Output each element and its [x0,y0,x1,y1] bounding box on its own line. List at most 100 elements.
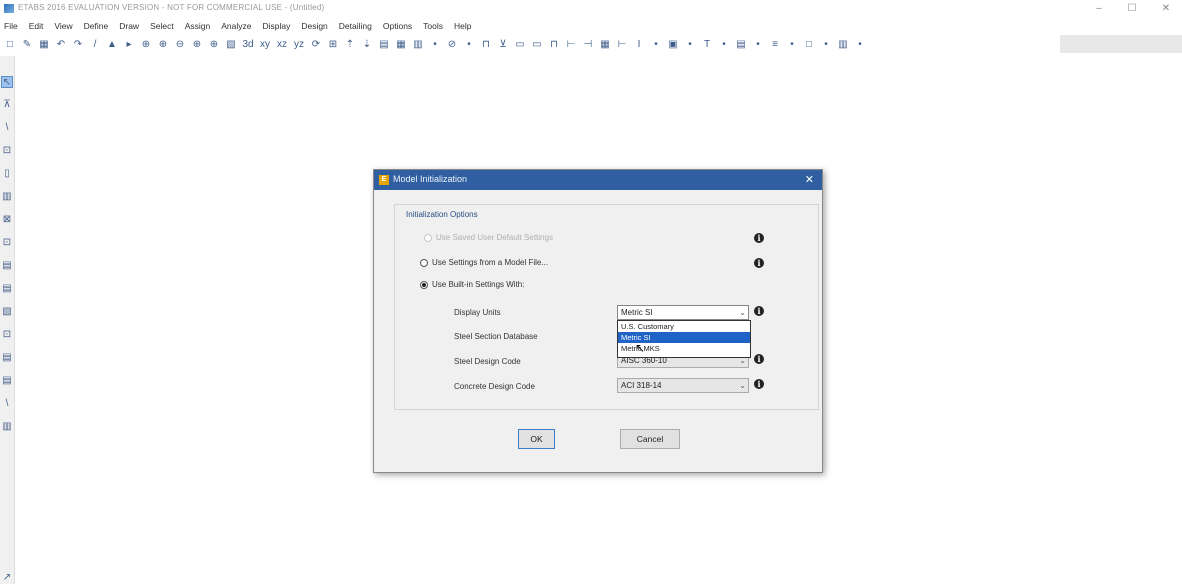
toolbar-tool-icon[interactable]: ⊞ [326,37,340,51]
toolbar-tool-icon[interactable]: ⟳ [309,37,323,51]
toolbar-tool-icon[interactable]: ▤ [377,37,391,51]
minimize-button[interactable]: – [1085,1,1113,17]
maximize-button[interactable]: ☐ [1118,1,1146,17]
menu-help[interactable]: Help [454,21,471,31]
menu-design[interactable]: Design [301,21,327,31]
toolbar-tool-icon[interactable]: yz [292,37,306,51]
menu-edit[interactable]: Edit [29,21,44,31]
draw-tool-icon[interactable]: ⊼ [1,99,13,111]
radio-builtin-settings[interactable] [420,281,428,289]
toolbar-tool-icon[interactable]: ⊕ [139,37,153,51]
toolbar-tool-icon[interactable]: • [853,37,867,51]
toolbar-tool-icon[interactable]: • [785,37,799,51]
toolbar-tool-icon[interactable]: ▭ [530,37,544,51]
draw-tool-icon[interactable]: ↗ [1,572,13,584]
menu-view[interactable]: View [54,21,72,31]
toolbar-tool-icon[interactable]: ↶ [54,37,68,51]
toolbar-tool-icon[interactable]: ⊓ [547,37,561,51]
toolbar-tool-icon[interactable]: ▦ [598,37,612,51]
toolbar-tool-icon[interactable]: □ [3,37,17,51]
toolbar-tool-icon[interactable]: ⊣ [581,37,595,51]
draw-tool-icon[interactable]: ▤ [1,283,13,295]
menu-select[interactable]: Select [150,21,174,31]
draw-tool-icon[interactable]: ⊡ [1,237,13,249]
radio-model-file[interactable] [420,259,428,267]
toolbar-tool-icon[interactable]: ▦ [37,37,51,51]
info-icon[interactable]: i [754,354,764,364]
toolbar-tool-icon[interactable]: ▭ [513,37,527,51]
toolbar-tool-icon[interactable]: ▤ [734,37,748,51]
toolbar-tool-icon[interactable]: ⊖ [173,37,187,51]
draw-tool-icon[interactable]: ⊠ [1,214,13,226]
draw-tool-icon[interactable]: ▥ [1,421,13,433]
toolbar-tool-icon[interactable]: xz [275,37,289,51]
toolbar-tool-icon[interactable]: • [751,37,765,51]
draw-tool-icon[interactable]: \ [1,398,13,410]
toolbar-tool-icon[interactable]: ⊕ [190,37,204,51]
toolbar-tool-icon[interactable]: ▣ [666,37,680,51]
toolbar-tool-icon[interactable]: • [462,37,476,51]
info-icon[interactable]: i [754,306,764,316]
draw-tool-icon[interactable]: ⊡ [1,145,13,157]
toolbar-tool-icon[interactable]: xy [258,37,272,51]
toolbar-tool-icon[interactable]: I [632,37,646,51]
toolbar-tool-icon[interactable]: ⊢ [615,37,629,51]
toolbar-tool-icon[interactable]: ▸ [122,37,136,51]
toolbar-tool-icon[interactable]: □ [802,37,816,51]
menu-analyze[interactable]: Analyze [221,21,251,31]
toolbar-tool-icon[interactable]: ⊕ [207,37,221,51]
select-pointer-icon[interactable]: ↖ [1,76,13,88]
menu-assign[interactable]: Assign [185,21,211,31]
menu-define[interactable]: Define [84,21,109,31]
toolbar-tool-icon[interactable]: • [717,37,731,51]
toolbar-tool-icon[interactable]: 3d [241,37,255,51]
toolbar-tool-icon[interactable]: • [683,37,697,51]
toolbar-tool-icon[interactable]: ▥ [836,37,850,51]
dialog-title-bar[interactable]: E Model Initialization ✕ [374,170,822,190]
toolbar-tool-icon[interactable]: ⇡ [343,37,357,51]
dropdown-option-us-customary[interactable]: U.S. Customary [618,321,750,332]
menu-tools[interactable]: Tools [423,21,443,31]
toolbar-tool-icon[interactable]: ↷ [71,37,85,51]
menu-options[interactable]: Options [383,21,412,31]
toolbar-tool-icon[interactable]: • [428,37,442,51]
draw-tool-icon[interactable]: ▯ [1,168,13,180]
toolbar-tool-icon[interactable]: ✎ [20,37,34,51]
menu-file[interactable]: File [4,21,18,31]
concrete-code-select[interactable]: ACI 318-14 ⌄ [617,378,749,393]
toolbar-tool-icon[interactable]: ≡ [768,37,782,51]
cancel-button[interactable]: Cancel [620,429,680,449]
draw-tool-icon[interactable]: ▤ [1,375,13,387]
info-icon[interactable]: i [754,258,764,268]
draw-tool-icon[interactable]: ▧ [1,306,13,318]
menu-draw[interactable]: Draw [119,21,139,31]
toolbar-tool-icon[interactable]: ▥ [411,37,425,51]
toolbar-tool-icon[interactable]: T [700,37,714,51]
toolbar-tool-icon[interactable]: ▦ [394,37,408,51]
draw-tool-icon[interactable]: ▤ [1,260,13,272]
toolbar-tool-icon[interactable]: ⊻ [496,37,510,51]
draw-tool-icon[interactable]: ▤ [1,352,13,364]
builtin-settings-label[interactable]: Use Built-in Settings With: [432,280,524,289]
close-window-button[interactable]: ✕ [1152,1,1180,17]
display-units-select[interactable]: Metric SI ⌄ [617,305,749,320]
model-file-label[interactable]: Use Settings from a Model File... [432,258,548,267]
info-icon[interactable]: i [754,379,764,389]
toolbar-tool-icon[interactable]: • [649,37,663,51]
toolbar-tool-icon[interactable]: ⊓ [479,37,493,51]
menu-detailing[interactable]: Detailing [339,21,372,31]
toolbar-tool-icon[interactable]: ⊕ [156,37,170,51]
toolbar-tool-icon[interactable]: ⊘ [445,37,459,51]
toolbar-tool-icon[interactable]: • [819,37,833,51]
info-icon[interactable]: i [754,233,764,243]
draw-tool-icon[interactable]: ⊡ [1,329,13,341]
dialog-close-button[interactable]: ✕ [805,173,814,186]
toolbar-tool-icon[interactable]: / [88,37,102,51]
menu-display[interactable]: Display [262,21,290,31]
draw-tool-icon[interactable]: ▥ [1,191,13,203]
ok-button[interactable]: OK [518,429,555,449]
toolbar-tool-icon[interactable]: ⇣ [360,37,374,51]
toolbar-tool-icon[interactable]: ▧ [224,37,238,51]
toolbar-tool-icon[interactable]: ⊢ [564,37,578,51]
draw-tool-icon[interactable]: \ [1,122,13,134]
